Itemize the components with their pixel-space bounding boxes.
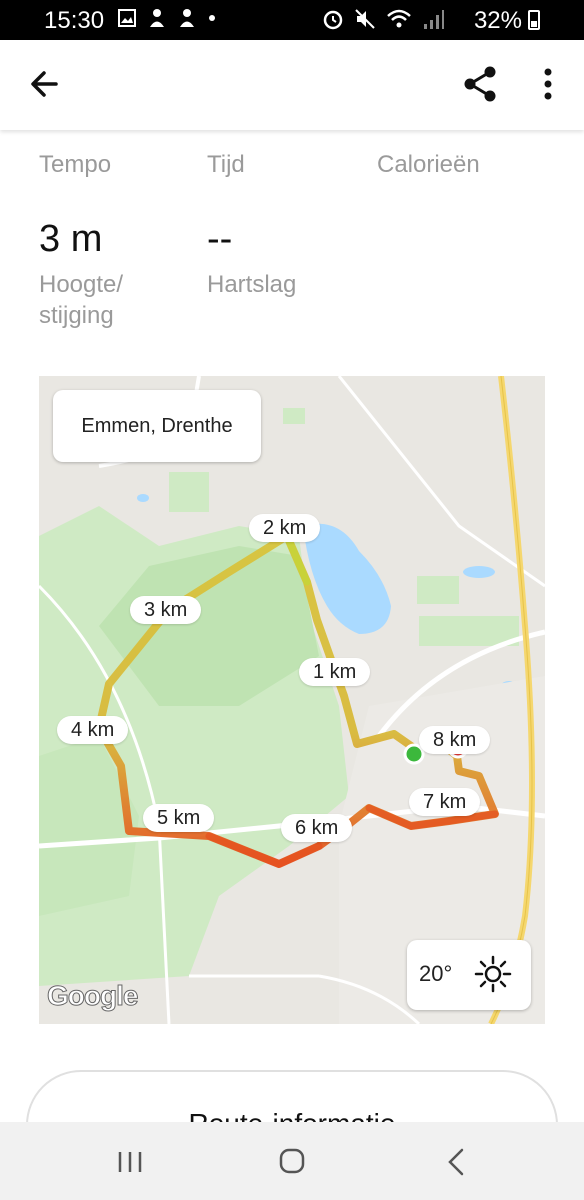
gallery-icon (118, 9, 136, 27)
pond (463, 566, 495, 578)
mute-icon (355, 9, 375, 29)
app-notification-icon (180, 9, 194, 27)
back-chevron-icon[interactable] (436, 1144, 476, 1180)
signal-icon (424, 10, 444, 29)
km-marker: 3 km (130, 596, 202, 624)
start-marker (403, 743, 425, 765)
wifi-icon (387, 9, 411, 28)
tijd-label: Tijd (207, 151, 245, 178)
km-marker: 4 km (57, 716, 129, 744)
elevation-label-line1: Hoogte/ (39, 271, 124, 298)
heartrate-value: -- (207, 218, 233, 260)
system-nav-bar (0, 1122, 584, 1200)
route-map[interactable]: Emmen, Drenthe 2 km 3 km 1 km 4 km 8 km … (39, 376, 545, 1024)
share-icon[interactable] (460, 64, 500, 104)
heartrate-label: Hartslag (207, 271, 297, 298)
app-notification-icon (150, 9, 164, 27)
calories-label: Calorieën (377, 151, 480, 178)
km-marker: 2 km (249, 514, 321, 542)
location-card: Emmen, Drenthe (53, 390, 261, 462)
km-marker: 1 km (299, 658, 371, 686)
elevation-value: 3 m (39, 218, 103, 260)
weather-temperature: 20° (419, 961, 453, 986)
pond (137, 494, 149, 502)
system-icons (322, 8, 444, 30)
google-attribution: Google (46, 980, 138, 1012)
park-area (417, 576, 459, 604)
km-marker: 7 km (409, 788, 481, 816)
park-area (169, 472, 209, 512)
km-marker: 8 km (419, 726, 491, 754)
notification-icons (118, 8, 216, 28)
km-marker: 5 km (143, 804, 215, 832)
elevation-label-line2: stijging (39, 302, 114, 329)
sun-icon (474, 955, 512, 993)
recents-icon[interactable] (110, 1144, 150, 1180)
more-vertical-icon[interactable] (530, 64, 566, 104)
weather-card: 20° (407, 940, 531, 1010)
km-marker: 6 km (281, 814, 353, 842)
status-bar: 15:30 32% (0, 0, 584, 40)
dot-icon (209, 15, 215, 21)
app-bar (0, 40, 584, 130)
status-time: 15:30 (44, 7, 105, 34)
battery-icon (528, 10, 540, 30)
battery-percent: 32% (473, 7, 522, 34)
home-icon[interactable] (272, 1144, 312, 1180)
map-canvas (39, 376, 545, 1024)
park-area (283, 408, 305, 424)
tempo-label: Tempo (39, 151, 112, 178)
alarm-icon (323, 10, 343, 30)
arrow-left-icon[interactable] (26, 62, 66, 106)
